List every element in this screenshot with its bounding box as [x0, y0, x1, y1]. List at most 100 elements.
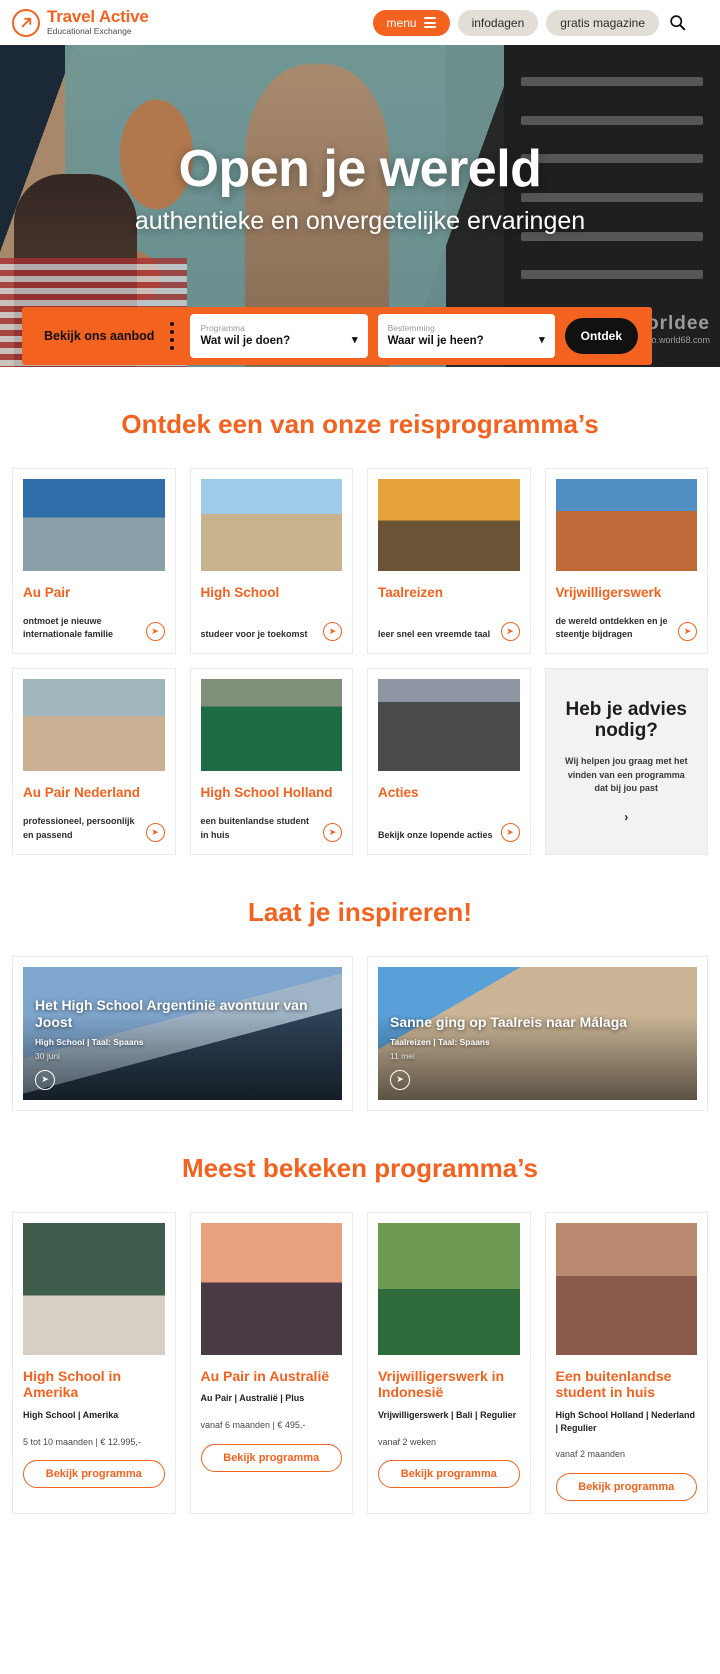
card-title: Vrijwilligerswerk in Indonesië	[378, 1367, 505, 1401]
story-card-malaga[interactable]: Sanne ging op Taalreis naar Málaga Taalr…	[367, 955, 708, 1111]
chevron-down-icon: ▾	[539, 333, 545, 346]
card-description: de wereld ontdekken en je steentje bijdr…	[555, 616, 668, 640]
popular-card-buitenlandse-student[interactable]: Een buitenlandse student in huis High Sc…	[544, 1211, 708, 1514]
card-tags: Vrijwilligerswerk | Bali | Regulier	[378, 1410, 517, 1421]
logo-title: Travel Active	[47, 7, 149, 27]
card-image	[378, 1222, 520, 1355]
arrow-right-icon[interactable]: ➤	[500, 822, 520, 842]
card-price: 5 tot 10 maanden | € 12.995,-	[23, 1436, 141, 1447]
card-description: professioneel, persoonlijk en passend	[23, 816, 135, 840]
story-title: Sanne ging op Taalreis naar Málaga	[390, 1014, 628, 1031]
programs-section-title: Ontdek een van onze reisprogramma’s	[121, 409, 599, 439]
programs-grid-row-1: Au Pair ontmoet je nieuwe internationale…	[0, 468, 720, 655]
view-program-button[interactable]: Bekijk programma	[555, 1472, 697, 1501]
popular-card-au-pair-australie[interactable]: Au Pair in Australië Au Pair | Australië…	[189, 1211, 353, 1514]
card-title: Au Pair in Australië	[200, 1367, 330, 1384]
advice-card[interactable]: Heb je advies nodig? Wij helpen jou graa…	[544, 668, 708, 855]
story-date: 30 juni	[35, 1050, 61, 1061]
hero-title: Open je wereld	[178, 140, 542, 198]
story-meta: High School | Taal: Spaans	[35, 1036, 144, 1047]
story-image: Het High School Argentinië avontuur van …	[23, 966, 342, 1100]
menu-label: menu	[386, 15, 417, 30]
card-price: vanaf 2 weken	[378, 1436, 437, 1447]
view-program-button[interactable]: Bekijk programma	[23, 1460, 165, 1489]
card-image	[23, 479, 165, 571]
card-description: een buitenlandse student in huis	[200, 816, 310, 840]
site-logo[interactable]: Travel Active Educational Exchange	[12, 7, 149, 37]
story-title: Het High School Argentinië avontuur van …	[35, 996, 308, 1031]
card-image	[200, 1222, 342, 1355]
card-title: High School Holland	[200, 785, 333, 801]
arrow-right-icon[interactable]: ➤	[35, 1069, 55, 1090]
card-image	[378, 479, 520, 571]
infodagen-button[interactable]: infodagen	[457, 9, 539, 36]
card-image	[378, 679, 520, 772]
card-title: High School	[200, 585, 280, 600]
story-card-argentinie[interactable]: Het High School Argentinië avontuur van …	[12, 955, 353, 1111]
arrow-right-icon[interactable]: ➤	[500, 622, 520, 642]
program-card-au-pair-nederland[interactable]: Au Pair Nederland professioneel, persoon…	[12, 668, 176, 855]
hero-subtitle: authentieke en onvergetelijke ervaringen	[134, 207, 586, 235]
card-image	[23, 1222, 165, 1355]
program-select[interactable]: Programma Wat wil je doen? ▾	[190, 314, 368, 358]
card-description: studeer voor je toekomst	[200, 629, 308, 640]
chevron-down-icon: ▾	[352, 333, 358, 346]
card-tags: Au Pair | Australië | Plus	[200, 1393, 305, 1404]
search-icon[interactable]	[667, 14, 688, 31]
program-card-high-school[interactable]: High School studeer voor je toekomst ➤	[189, 468, 353, 655]
menu-button[interactable]: menu	[372, 9, 450, 36]
card-title: High School in Amerika	[23, 1367, 121, 1401]
site-header: Travel Active Educational Exchange menu …	[0, 0, 720, 45]
card-title: Au Pair	[23, 585, 71, 600]
arrow-right-icon[interactable]: ➤	[145, 622, 165, 642]
program-select-label: Programma	[200, 323, 245, 334]
arrow-right-icon[interactable]: ➤	[323, 822, 342, 842]
arrow-circle-icon	[12, 8, 40, 37]
chevron-right-icon[interactable]: ›	[624, 810, 628, 824]
arrow-right-icon[interactable]: ➤	[145, 822, 165, 842]
logo-subtitle: Educational Exchange	[47, 26, 132, 37]
program-card-au-pair[interactable]: Au Pair ontmoet je nieuwe internationale…	[12, 468, 176, 655]
hero-banner: Open je wereld authentieke en onvergetel…	[0, 45, 720, 367]
program-card-high-school-holland[interactable]: High School Holland een buitenlandse stu…	[189, 668, 353, 855]
card-title: Taalreizen	[378, 585, 444, 600]
card-title: Acties	[378, 785, 419, 801]
view-program-button[interactable]: Bekijk programma	[200, 1443, 342, 1472]
story-date: 11 mei	[390, 1050, 415, 1061]
card-description: ontmoet je nieuwe internationale familie	[23, 616, 114, 640]
popular-section-title: Meest bekeken programma’s	[182, 1152, 538, 1183]
program-card-taalreizen[interactable]: Taalreizen leer snel een vreemde taal ➤	[367, 468, 531, 655]
card-image	[200, 479, 342, 571]
advice-title: Heb je advies nodig?	[565, 698, 687, 742]
destination-select[interactable]: Bestemming Waar wil je heen? ▾	[377, 314, 555, 358]
view-program-button[interactable]: Bekijk programma	[378, 1460, 520, 1489]
card-image	[555, 1222, 697, 1355]
popular-card-high-school-amerika[interactable]: High School in Amerika High School | Ame…	[12, 1211, 176, 1514]
popular-grid: High School in Amerika High School | Ame…	[0, 1211, 720, 1514]
dots-decoration-icon	[164, 322, 180, 350]
card-tags: High School | Amerika	[23, 1410, 119, 1421]
ontdek-button[interactable]: Ontdek	[564, 318, 639, 354]
program-card-acties[interactable]: Acties Bekijk onze lopende acties ➤	[367, 668, 531, 855]
arrow-right-icon[interactable]: ➤	[678, 622, 697, 642]
arrow-right-icon[interactable]: ➤	[323, 622, 342, 642]
program-card-vrijwilligerswerk[interactable]: Vrijwilligerswerk de wereld ontdekken en…	[544, 468, 708, 655]
inspiration-grid: Het High School Argentinië avontuur van …	[0, 955, 720, 1111]
advice-text: Wij helpen jou graag met het vinden van …	[565, 756, 688, 794]
programs-grid-row-2: Au Pair Nederland professioneel, persoon…	[0, 668, 720, 855]
card-price: vanaf 6 maanden | € 495,-	[200, 1419, 306, 1430]
card-title: Au Pair Nederland	[23, 785, 141, 801]
card-description: Bekijk onze lopende acties	[378, 829, 493, 840]
primary-nav: menu infodagen gratis magazine	[372, 9, 708, 36]
popular-card-vrijwilligerswerk-indonesie[interactable]: Vrijwilligerswerk in Indonesië Vrijwilli…	[367, 1211, 531, 1514]
destination-select-value: Waar wil je heen?	[387, 334, 484, 347]
card-description: leer snel een vreemde taal	[378, 629, 491, 640]
story-image: Sanne ging op Taalreis naar Málaga Taalr…	[378, 966, 697, 1100]
destination-select-label: Bestemming	[387, 323, 435, 334]
search-bar-label: Bekijk ons aanbod	[44, 329, 155, 343]
arrow-right-icon[interactable]: ➤	[390, 1069, 410, 1090]
program-select-value: Wat wil je doen?	[200, 334, 291, 347]
gratis-magazine-button[interactable]: gratis magazine	[546, 9, 659, 36]
card-price: vanaf 2 maanden	[555, 1449, 626, 1460]
card-title: Een buitenlandse student in huis	[555, 1367, 672, 1401]
